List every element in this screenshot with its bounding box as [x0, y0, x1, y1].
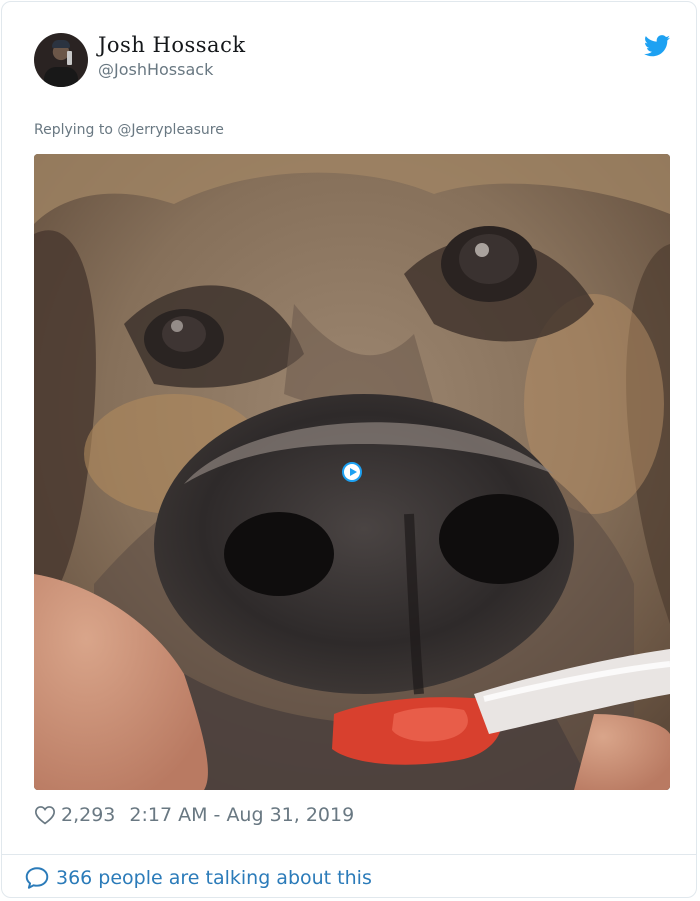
heart-icon[interactable] [34, 804, 56, 826]
author-avatar[interactable] [34, 33, 88, 87]
footer-divider [2, 854, 696, 855]
avatar-shirt [44, 67, 78, 87]
twitter-bird-icon[interactable] [644, 35, 670, 57]
author-display-name[interactable]: Josh Hossack [98, 33, 246, 57]
conversation-link[interactable]: 366 people are talking about this [24, 864, 372, 892]
conversation-link-label: 366 people are talking about this [56, 867, 372, 889]
tweet-timestamp[interactable]: 2:17 AM - Aug 31, 2019 [129, 804, 354, 826]
like-count[interactable]: 2,293 [61, 804, 115, 826]
author-handle[interactable]: @JoshHossack [98, 60, 213, 79]
tweet-card: Josh Hossack @JoshHossack Replying to @J… [1, 1, 697, 898]
avatar-phone [67, 51, 72, 65]
speech-bubble-icon [25, 867, 49, 889]
avatar-cap [52, 40, 70, 48]
tweet-meta: 2,293 2:17 AM - Aug 31, 2019 [34, 802, 354, 828]
reply-context[interactable]: Replying to @Jerrypleasure [34, 122, 224, 138]
play-icon[interactable] [342, 462, 362, 482]
tweet-video[interactable] [34, 154, 670, 790]
play-triangle [350, 468, 357, 476]
